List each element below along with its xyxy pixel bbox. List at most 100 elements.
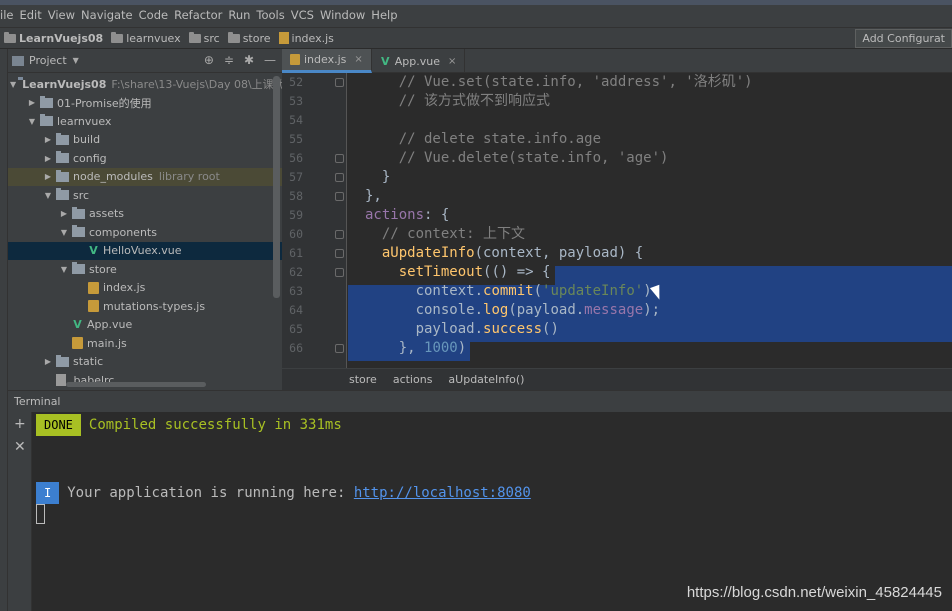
tree-item[interactable]: ▶ config xyxy=(8,149,282,168)
run-configuration-button[interactable]: Add Configurat xyxy=(855,29,952,48)
code-line: actions: { xyxy=(365,206,449,225)
tree-item[interactable]: index.js xyxy=(8,279,282,298)
terminal-title: Terminal xyxy=(14,395,61,408)
chevron-right-icon[interactable]: ▶ xyxy=(42,357,54,366)
fold-marker-icon[interactable] xyxy=(335,230,344,239)
tree-item[interactable]: ▶ node_modules library root xyxy=(8,167,282,186)
tree-item[interactable]: V App.vue xyxy=(8,316,282,335)
tree-item-label: index.js xyxy=(103,281,146,295)
code-line: setTimeout(() => { xyxy=(365,263,551,282)
breadcrumb-item[interactable]: learnvuex xyxy=(107,31,181,45)
chevron-down-icon[interactable]: ▼ xyxy=(58,228,70,237)
tree-item[interactable]: mutations-types.js xyxy=(8,297,282,316)
menu-item-vcs[interactable]: VCS xyxy=(291,8,320,22)
tree-item[interactable]: ▶ build xyxy=(8,131,282,150)
tree-item[interactable]: V HelloVuex.vue xyxy=(8,241,282,260)
menu-item-view[interactable]: View xyxy=(48,8,81,22)
menu-item-tools[interactable]: Tools xyxy=(256,8,290,22)
tree-item-label: mutations-types.js xyxy=(103,299,206,313)
code-token: actions xyxy=(365,207,425,223)
close-icon[interactable]: × xyxy=(448,56,456,67)
fold-marker-icon[interactable] xyxy=(335,268,344,277)
menu-item-refactor[interactable]: Refactor xyxy=(174,8,228,22)
collapse-icon[interactable]: ≑ xyxy=(224,53,234,67)
breadcrumb-item[interactable]: LearnVuejs08 xyxy=(0,31,103,45)
folder-icon xyxy=(188,31,201,43)
breadcrumb-item[interactable]: src xyxy=(185,31,220,45)
tree-item[interactable]: ▶ assets xyxy=(8,205,282,224)
running-message: Your application is running here: xyxy=(67,485,354,501)
editor-tab[interactable]: V App.vue × xyxy=(372,49,466,73)
project-icon xyxy=(12,55,24,66)
tree-item-label: HelloVuex.vue xyxy=(103,244,182,258)
menu-item-help[interactable]: Help xyxy=(371,8,403,22)
fold-marker-icon[interactable] xyxy=(335,344,344,353)
menu-item-window[interactable]: Window xyxy=(320,8,371,22)
tree-item[interactable]: ▼ store xyxy=(8,260,282,279)
code-token: } xyxy=(365,169,391,185)
tree-item[interactable]: main.js xyxy=(8,334,282,353)
menu-item-ile[interactable]: ile xyxy=(0,8,19,22)
breadcrumb-item[interactable]: index.js xyxy=(275,32,334,45)
project-horizontal-scrollbar[interactable] xyxy=(66,382,206,387)
breadcrumb-item[interactable]: store xyxy=(224,31,271,45)
editor-breadcrumb-item[interactable]: actions xyxy=(393,373,433,386)
tree-item-note: F:\share\13-Vuejs\Day 08\上课代 xyxy=(111,78,282,92)
localhost-link[interactable]: http://localhost:8080 xyxy=(354,485,531,501)
chevron-down-icon[interactable]: ▼ xyxy=(10,80,16,89)
project-vertical-scrollbar[interactable] xyxy=(273,76,280,298)
fold-marker-icon[interactable] xyxy=(335,173,344,182)
editor-breadcrumb-item[interactable]: store xyxy=(349,373,377,386)
fold-marker-icon[interactable] xyxy=(335,154,344,163)
fold-marker-icon[interactable] xyxy=(335,192,344,201)
chevron-right-icon[interactable]: ▶ xyxy=(42,154,54,163)
tree-item[interactable]: ▼ LearnVuejs08 F:\share\13-Vuejs\Day 08\上课… xyxy=(8,75,282,94)
tree-item[interactable]: ▶ static xyxy=(8,353,282,372)
project-header-label: Project xyxy=(29,54,67,67)
add-terminal-icon[interactable]: + xyxy=(14,416,26,432)
code-token: // Vue.set(state.info, 'address', '洛杉矶') xyxy=(398,74,753,90)
terminal-line-running: I Your application is running here: http… xyxy=(36,482,531,504)
fold-marker-icon[interactable] xyxy=(335,78,344,87)
menu-item-run[interactable]: Run xyxy=(228,8,256,22)
chevron-down-icon[interactable]: ▼ xyxy=(42,191,54,200)
tree-item[interactable]: ▼ learnvuex xyxy=(8,112,282,131)
line-number: 53 xyxy=(289,94,303,108)
close-icon[interactable]: × xyxy=(354,54,362,65)
line-number: 58 xyxy=(289,189,303,203)
gear-icon[interactable]: ✱ xyxy=(244,53,254,67)
js-file-icon xyxy=(72,337,83,350)
locate-icon[interactable]: ⊕ xyxy=(204,53,214,67)
fold-marker-icon[interactable] xyxy=(335,249,344,258)
editor-tab[interactable]: index.js × xyxy=(282,49,372,73)
project-view-selector[interactable]: Project ▼ xyxy=(12,54,79,67)
code-line: // delete state.info.age xyxy=(365,130,601,149)
chevron-down-icon[interactable]: ▼ xyxy=(58,265,70,274)
menu-item-navigate[interactable]: Navigate xyxy=(81,8,139,22)
chevron-right-icon[interactable]: ▶ xyxy=(42,172,54,181)
code-token: // delete state.info.age xyxy=(398,131,602,147)
chevron-down-icon[interactable]: ▼ xyxy=(26,117,38,126)
js-file-icon xyxy=(88,300,99,313)
tree-item[interactable]: ▼ components xyxy=(8,223,282,242)
code-token: }, xyxy=(365,340,425,356)
code-token: commit xyxy=(483,283,534,299)
code-token: ); xyxy=(643,302,661,318)
terminal-header: Terminal xyxy=(8,390,952,412)
editor-breadcrumb-item[interactable]: aUpdateInfo() xyxy=(448,373,524,386)
chevron-right-icon[interactable]: ▶ xyxy=(26,98,38,107)
chevron-right-icon[interactable]: ▶ xyxy=(42,135,54,144)
line-number: 62 xyxy=(289,265,303,279)
menu-item-edit[interactable]: Edit xyxy=(19,8,47,22)
line-number: 60 xyxy=(289,227,303,241)
tree-item[interactable]: ▼ src xyxy=(8,186,282,205)
close-icon[interactable]: ✕ xyxy=(14,439,26,455)
folder-icon xyxy=(56,169,69,182)
menu-item-code[interactable]: Code xyxy=(139,8,174,22)
tree-item[interactable]: ▶ 01-Promise的使用 xyxy=(8,94,282,113)
terminal-output[interactable]: DONE Compiled successfully in 331ms I Yo… xyxy=(32,412,952,611)
code-editor[interactable]: // Vue.set(state.info, 'address', '洛杉矶')… xyxy=(348,73,952,368)
chevron-right-icon[interactable]: ▶ xyxy=(58,209,70,218)
vue-file-icon: V xyxy=(89,244,98,258)
hide-icon[interactable]: — xyxy=(264,53,276,67)
